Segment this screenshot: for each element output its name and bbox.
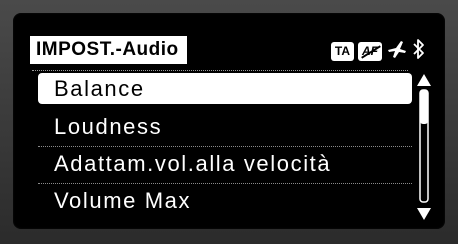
af-badge: AF <box>358 41 382 61</box>
menu-item-loudness[interactable]: Loudness <box>38 110 412 147</box>
status-icons: TA AF <box>330 38 426 65</box>
menu-list: Balance Loudness Adattam.vol.alla veloci… <box>38 73 412 221</box>
header-bar: IMPOST.-Audio TA AF <box>22 36 436 66</box>
menu-item-balance[interactable]: Balance <box>38 73 412 104</box>
scroll-thumb <box>420 90 428 124</box>
menu-item-volume-max[interactable]: Volume Max <box>38 184 412 221</box>
scrollbar[interactable] <box>414 72 434 222</box>
scroll-down-arrow-icon <box>417 208 431 220</box>
device-bezel: IMPOST.-Audio TA AF Balance Loudness Ada… <box>0 0 458 244</box>
page-title: IMPOST.-Audio <box>30 36 187 64</box>
bluetooth-icon <box>412 38 426 65</box>
ta-badge: TA <box>330 41 354 61</box>
scroll-up-arrow-icon <box>417 74 431 86</box>
plane-icon <box>386 38 408 65</box>
menu-item-speed-volume[interactable]: Adattam.vol.alla velocità <box>38 147 412 184</box>
header-divider <box>32 70 408 72</box>
